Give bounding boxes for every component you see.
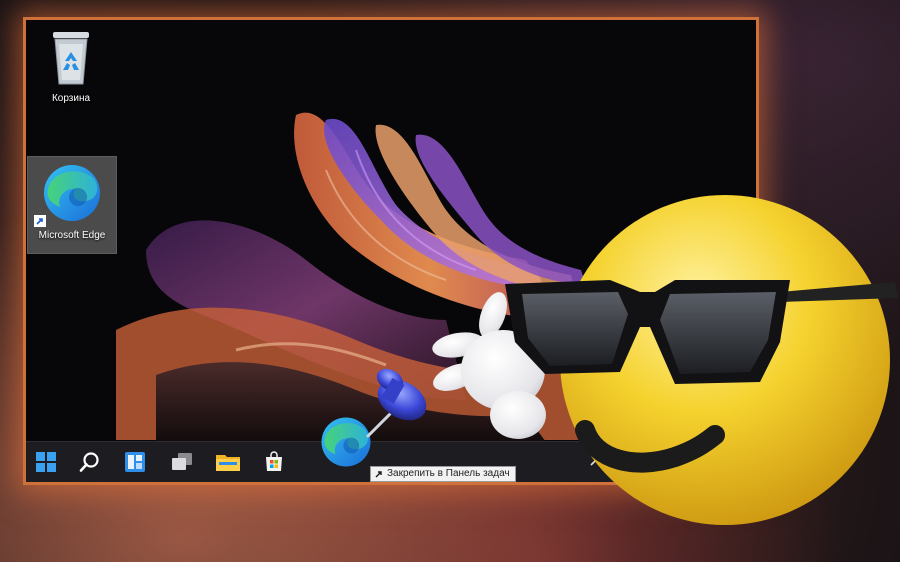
shortcut-arrow-icon	[375, 471, 382, 478]
desktop-icon-recycle-bin[interactable]: Корзина	[26, 30, 116, 104]
windows-logo-icon	[36, 452, 56, 472]
start-button[interactable]	[30, 446, 62, 478]
recycle-bin-icon	[53, 32, 89, 85]
widgets-button[interactable]	[119, 446, 151, 478]
desktop-icon-edge[interactable]: Microsoft Edge	[27, 156, 117, 254]
task-view-icon	[172, 453, 192, 470]
widgets-icon	[125, 452, 145, 472]
search-icon	[79, 452, 99, 472]
store-icon	[266, 451, 282, 471]
search-button[interactable]	[74, 446, 106, 478]
shortcut-arrow-icon	[34, 215, 46, 227]
pin-to-taskbar-tooltip: Закрепить в Панель задач	[370, 466, 516, 482]
task-view-button[interactable]	[166, 446, 198, 478]
file-explorer-button[interactable]	[212, 446, 244, 478]
folder-icon	[216, 455, 240, 471]
desktop-icon-label: Корзина	[51, 93, 91, 104]
desktop-icon-label: Microsoft Edge	[38, 230, 106, 241]
sunglasses-icon	[505, 280, 898, 384]
store-button[interactable]	[258, 446, 290, 478]
tooltip-text: Закрепить в Панель задач	[387, 468, 510, 479]
edge-icon	[44, 165, 100, 221]
